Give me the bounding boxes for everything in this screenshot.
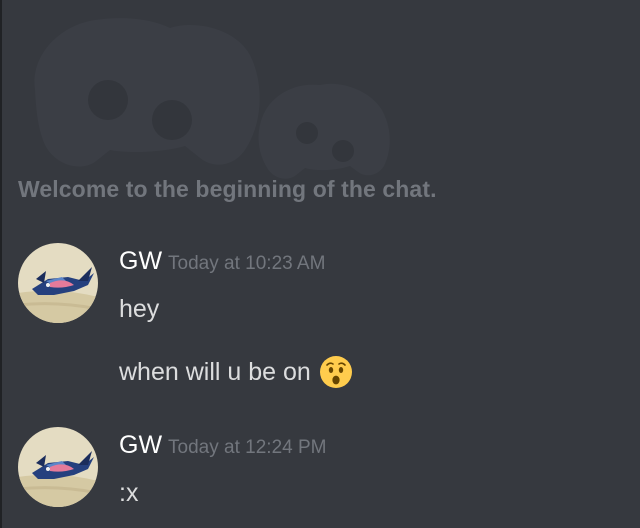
message-text[interactable]: hey bbox=[119, 295, 159, 324]
username[interactable]: GW bbox=[119, 431, 162, 459]
avatar[interactable] bbox=[18, 243, 98, 323]
avatar-image-icon bbox=[18, 427, 98, 507]
message-timestamp[interactable]: Today at 12:24 PM bbox=[168, 437, 326, 458]
message-timestamp[interactable]: Today at 10:23 AM bbox=[168, 253, 325, 274]
message-header: GW Today at 12:24 PM bbox=[119, 431, 326, 460]
message-text-with-emoji[interactable]: when will u be on bbox=[119, 355, 353, 396]
chat-start-illustration bbox=[34, 18, 390, 179]
hushed-face-emoji-icon[interactable] bbox=[319, 355, 353, 396]
message-header: GW Today at 10:23 AM bbox=[119, 247, 325, 276]
chat-start-welcome-text: Welcome to the beginning of the chat. bbox=[18, 176, 437, 202]
message-group: GW Today at 12:24 PM :x bbox=[18, 427, 618, 527]
message-group: GW Today at 10:23 AM hey when will u be o… bbox=[18, 243, 618, 403]
large-controller-logo-icon bbox=[34, 18, 260, 167]
avatar-image-icon bbox=[18, 243, 98, 323]
username[interactable]: GW bbox=[119, 247, 162, 275]
small-controller-logo-icon bbox=[258, 83, 390, 179]
avatar[interactable] bbox=[18, 427, 98, 507]
message-text[interactable]: :x bbox=[119, 479, 138, 508]
message-text: when will u be on bbox=[119, 358, 311, 386]
